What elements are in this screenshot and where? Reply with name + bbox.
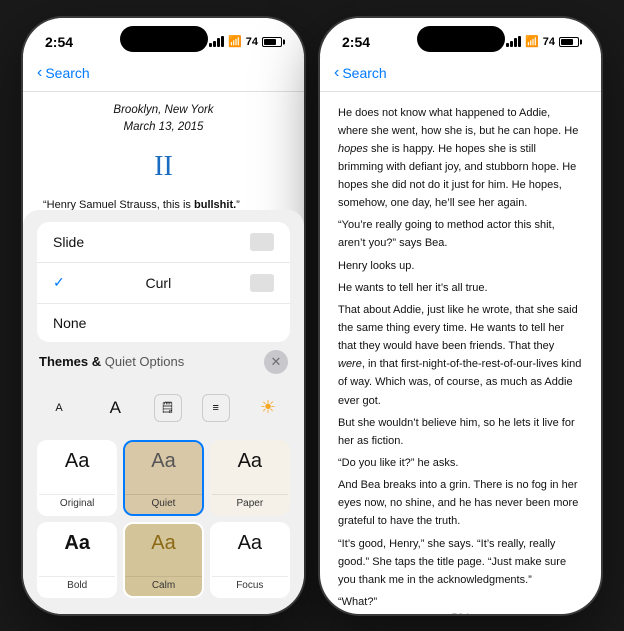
brightness-icon: ☀	[260, 397, 276, 418]
back-label-right: Search	[342, 65, 386, 81]
small-a-label: A	[55, 402, 62, 414]
close-button[interactable]: ✕	[264, 350, 288, 374]
read-p3: Henry looks up.	[338, 257, 583, 275]
slide-option-curl[interactable]: ✓ Curl	[37, 263, 290, 304]
theme-quiet[interactable]: Aa Quiet	[123, 440, 203, 516]
read-p8: And Bea breaks into a grin. There is no …	[338, 476, 583, 530]
theme-original-label: Original	[39, 494, 115, 514]
wifi-icon-right: 📶	[525, 35, 539, 48]
toolbar-row: A A 🗒 ≡ ☀	[37, 382, 290, 434]
battery-icon	[262, 37, 282, 47]
nav-bar-right: ‹ Search	[320, 56, 601, 92]
curl-icon	[250, 274, 274, 292]
slide-label: Slide	[53, 234, 84, 250]
read-p6: But she wouldn’t believe him, so he lets…	[338, 414, 583, 450]
dynamic-island-right	[417, 26, 505, 52]
slide-option-none[interactable]: None	[37, 304, 290, 342]
read-p4: He wants to tell her it’s all true.	[338, 279, 583, 297]
wifi-icon: 📶	[228, 35, 242, 48]
slide-options-list: Slide ✓ Curl None	[37, 222, 290, 342]
signal-icon	[209, 36, 224, 47]
theme-calm-aa: Aa	[151, 532, 175, 555]
signal-icon-right	[506, 36, 521, 47]
back-button-right[interactable]: ‹ Search	[334, 64, 387, 82]
theme-quiet-inner: Aa	[125, 442, 201, 494]
none-label: None	[53, 315, 86, 331]
theme-calm-label: Calm	[125, 576, 201, 596]
theme-original-aa: Aa	[65, 450, 89, 473]
back-label-left: Search	[45, 65, 89, 81]
themes-header: Themes & Quiet Options ✕	[37, 350, 290, 374]
slide-option-slide[interactable]: Slide	[37, 222, 290, 263]
time-right: 2:54	[342, 34, 370, 50]
theme-original[interactable]: Aa Original	[37, 440, 117, 516]
theme-focus-inner: Aa	[212, 524, 288, 576]
battery-pct-left: 74	[246, 36, 258, 48]
theme-paper[interactable]: Aa Paper	[210, 440, 290, 516]
phones-container: 2:54 📶 74 ‹ Search Br	[21, 16, 603, 616]
theme-paper-inner: Aa	[212, 442, 288, 494]
read-p10: “What?”	[338, 593, 583, 607]
read-p9: “It’s good, Henry,” she says. “It’s real…	[338, 535, 583, 589]
battery-icon-right	[559, 37, 579, 47]
back-chevron-icon: ‹	[37, 64, 42, 82]
header-line1: Brooklyn, New York	[43, 102, 284, 120]
text-align-button[interactable]: ≡	[202, 394, 230, 422]
read-p1: He does not know what happened to Addie,…	[338, 104, 583, 213]
font-selector[interactable]: 🗒	[154, 394, 182, 422]
read-p5: That about Addie, just like he wrote, th…	[338, 301, 583, 410]
theme-paper-aa: Aa	[238, 450, 262, 473]
curl-label: Curl	[146, 275, 172, 291]
read-p2: “You’re really going to method actor thi…	[338, 216, 583, 252]
theme-quiet-label: Quiet	[125, 494, 201, 514]
font-large-button[interactable]: A	[97, 390, 133, 426]
reading-content: He does not know what happened to Addie,…	[320, 92, 601, 608]
theme-bold-aa: Aa	[64, 532, 90, 555]
theme-paper-label: Paper	[212, 494, 288, 514]
back-button-left[interactable]: ‹ Search	[37, 64, 90, 82]
themes-title: Themes & Quiet Options	[39, 354, 184, 369]
theme-focus[interactable]: Aa Focus	[210, 522, 290, 598]
chapter-number: II	[43, 145, 284, 188]
theme-bold[interactable]: Aa Bold	[37, 522, 117, 598]
read-p7: “Do you like it?” he asks.	[338, 454, 583, 472]
page-number: 524	[320, 608, 601, 616]
dynamic-island	[120, 26, 208, 52]
align-icon: ≡	[213, 402, 219, 414]
font-icon-label: 🗒	[161, 401, 175, 414]
back-chevron-icon-right: ‹	[334, 64, 339, 82]
right-phone: 2:54 📶 74 ‹ Search He does not	[318, 16, 603, 616]
left-phone: 2:54 📶 74 ‹ Search Br	[21, 16, 306, 616]
status-icons-left: 📶 74	[209, 35, 282, 48]
large-a-label: A	[110, 398, 121, 418]
theme-quiet-aa: Aa	[151, 450, 175, 473]
overlay-panel: Slide ✓ Curl None Themes & Quiet Options…	[23, 210, 304, 614]
time-left: 2:54	[45, 34, 73, 50]
slide-icon	[250, 233, 274, 251]
status-icons-right: 📶 74	[506, 35, 579, 48]
nav-bar-left: ‹ Search	[23, 56, 304, 92]
curl-check-icon: ✓	[53, 274, 65, 291]
book-header: Brooklyn, New York March 13, 2015	[43, 102, 284, 138]
theme-calm-inner: Aa	[125, 524, 201, 576]
theme-cards-grid: Aa Original Aa Quiet Aa Paper	[37, 440, 290, 598]
theme-bold-label: Bold	[39, 576, 115, 596]
header-line2: March 13, 2015	[43, 119, 284, 137]
theme-focus-aa: Aa	[238, 532, 262, 555]
battery-pct-right: 74	[543, 36, 555, 48]
theme-calm[interactable]: Aa Calm	[123, 522, 203, 598]
font-small-button[interactable]: A	[41, 390, 77, 426]
theme-bold-inner: Aa	[39, 524, 115, 576]
theme-original-inner: Aa	[39, 442, 115, 494]
brightness-button[interactable]: ☀	[250, 390, 286, 426]
theme-focus-label: Focus	[212, 576, 288, 596]
